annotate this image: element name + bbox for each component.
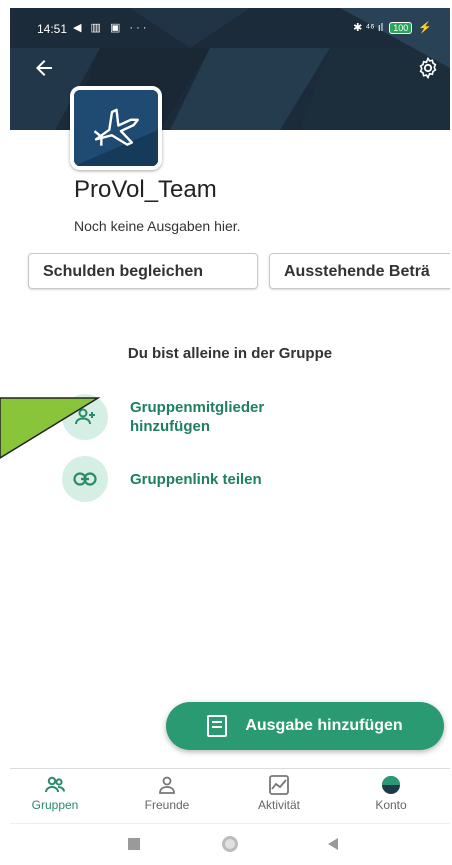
signal-icon: ✱ ⁴⁶ ıl bbox=[353, 22, 384, 34]
group-subtitle: Noch keine Ausgaben hier. bbox=[74, 218, 241, 234]
phone-screen: 14:51 ◀ ▥ ▣ ··· ✱ ⁴⁶ ıl 100 ⚡ ProVol_Tea… bbox=[10, 8, 450, 865]
account-icon bbox=[382, 776, 400, 794]
nav-label-account: Konto bbox=[375, 798, 407, 812]
nav-label-groups: Gruppen bbox=[31, 798, 79, 812]
nav-item-account[interactable]: Konto bbox=[346, 769, 436, 824]
person-icon bbox=[159, 776, 175, 794]
activity-icon bbox=[269, 775, 289, 795]
nav-label-activity: Aktivität bbox=[257, 798, 300, 812]
recent-apps-icon[interactable] bbox=[128, 838, 140, 850]
group-title: ProVol_Team bbox=[74, 176, 217, 203]
status-bar: 14:51 ◀ ▥ ▣ ··· ✱ ⁴⁶ ıl 100 ⚡ bbox=[10, 8, 450, 48]
system-navigation-bar bbox=[10, 823, 450, 865]
nav-item-friends[interactable]: Freunde bbox=[122, 769, 212, 824]
bottom-navigation: Gruppen Freunde Aktivität Konto bbox=[10, 768, 450, 824]
airplane-icon bbox=[74, 90, 158, 166]
nav-label-friends: Freunde bbox=[144, 798, 190, 812]
alone-in-group-text: Du bist alleine in der Gruppe bbox=[127, 345, 333, 362]
status-time: 14:51 bbox=[37, 22, 68, 36]
back-arrow-icon[interactable] bbox=[32, 56, 60, 84]
add-expense-fab[interactable]: Ausgabe hinzufügen bbox=[166, 702, 444, 750]
add-expense-label: Ausgabe hinzufügen bbox=[245, 717, 403, 734]
system-status-icons: ✱ ⁴⁶ ıl 100 ⚡ bbox=[353, 21, 432, 34]
battery-icon: 100 bbox=[389, 21, 413, 34]
back-nav-icon[interactable] bbox=[328, 838, 338, 850]
link-icon bbox=[62, 456, 108, 502]
share-link-label: Gruppenlink teilen bbox=[130, 470, 262, 488]
receipt-icon bbox=[207, 715, 228, 737]
add-members-label: Gruppenmitglieder hinzufügen bbox=[130, 399, 265, 435]
group-icon bbox=[45, 776, 65, 793]
settings-gear-icon[interactable] bbox=[416, 56, 444, 84]
settle-debts-button[interactable]: Schulden begleichen bbox=[28, 253, 258, 289]
group-avatar[interactable] bbox=[70, 86, 162, 170]
add-members-action[interactable]: Gruppenmitglieder hinzufügen bbox=[62, 394, 330, 440]
share-link-action[interactable]: Gruppenlink teilen bbox=[62, 456, 330, 502]
screenshot-frame: 14:51 ◀ ▥ ▣ ··· ✱ ⁴⁶ ıl 100 ⚡ ProVol_Tea… bbox=[0, 0, 452, 865]
add-person-icon bbox=[62, 394, 108, 440]
notification-icons: ◀ ▥ ▣ ··· bbox=[73, 22, 150, 34]
charging-icon: ⚡ bbox=[418, 22, 432, 34]
nav-item-groups[interactable]: Gruppen bbox=[10, 769, 100, 824]
nav-item-activity[interactable]: Aktivität bbox=[234, 769, 324, 824]
outstanding-balances-button[interactable]: Ausstehende Beträ bbox=[269, 253, 450, 289]
